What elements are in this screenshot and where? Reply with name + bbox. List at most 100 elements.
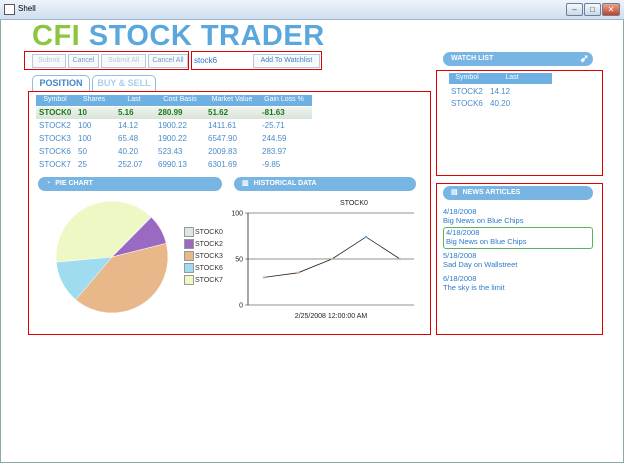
watch-row[interactable]: STOCK2 14.12 [449, 86, 552, 98]
watch-list-header: WATCH LIST ➹ [443, 52, 593, 66]
logo-cfi: CFI [32, 20, 81, 52]
legend-swatch [184, 239, 194, 249]
news-date: 4/18/2008 [443, 207, 477, 216]
minimize-button[interactable]: – [566, 3, 583, 16]
cell-last: 40.20 [118, 147, 139, 156]
logo-stock-trader: STOCK TRADER [88, 20, 325, 52]
watch-row[interactable]: STOCK6 40.20 [449, 98, 552, 110]
pie-chart-icon: ◔ [46, 180, 51, 187]
col-last[interactable]: Last [485, 74, 539, 81]
cancel-all-button[interactable]: Cancel All [148, 54, 188, 68]
bar-chart-icon: ▥ [242, 180, 249, 187]
cell-last: 14.12 [490, 87, 511, 96]
cell-shares: 100 [78, 134, 92, 143]
x-axis-label: 2/25/2008 12:00:00 AM [295, 313, 368, 320]
cancel-button[interactable]: Cancel [68, 54, 99, 68]
cell-symbol: STOCK3 [39, 134, 71, 143]
legend-swatch [184, 263, 194, 273]
line-chart-grid [245, 212, 414, 306]
news-item[interactable]: 4/18/2008 Big News on Blue Chips [443, 207, 593, 225]
cell-gain: 283.97 [262, 147, 287, 156]
cell-market: 51.62 [208, 108, 229, 117]
legend-label: STOCK3 [195, 252, 223, 260]
table-row[interactable]: STOCK0 10 5.16 280.99 51.62 -81.63 [36, 107, 312, 119]
cell-market: 2009.83 [208, 147, 237, 156]
symbol-input[interactable] [194, 53, 248, 67]
col-symbol[interactable]: Symbol [36, 96, 74, 103]
news-headline: Big News on Blue Chips [443, 216, 524, 225]
cell-shares: 100 [78, 121, 92, 130]
legend-item: STOCK7 [184, 275, 223, 285]
line-chart: STOCK0 0 50 100 2/25/2008 12:00:00 AM [231, 200, 414, 320]
historical-data-title: HISTORICAL DATA [253, 180, 317, 187]
table-row[interactable]: STOCK2 100 14.12 1900.22 1411.61 -25.71 [36, 120, 312, 132]
cell-last: 252.07 [118, 160, 143, 169]
cell-symbol: STOCK6 [451, 99, 483, 108]
data-point[interactable] [262, 276, 266, 279]
pie-slices [55, 200, 169, 314]
col-market-value[interactable]: Market Value [206, 96, 258, 103]
series-points [262, 235, 402, 279]
cell-last: 40.20 [490, 99, 511, 108]
news-headline: Big News on Blue Chips [446, 237, 527, 246]
cell-symbol: STOCK0 [39, 108, 72, 117]
cell-cost: 1900.22 [158, 121, 187, 130]
app-icon [4, 4, 15, 15]
cell-market: 6301.69 [208, 160, 237, 169]
watch-header: Symbol Last [449, 73, 552, 84]
tab-position[interactable]: POSITION [32, 75, 90, 91]
cell-market: 6547.90 [208, 134, 237, 143]
tab-buy-sell[interactable]: BUY & SELL [92, 75, 156, 91]
col-cost-basis[interactable]: Cost Basis [154, 96, 206, 103]
data-point[interactable] [364, 235, 368, 239]
col-gain-loss[interactable]: Gain Loss % [258, 96, 310, 103]
news-item[interactable]: 4/18/2008 Big News on Blue Chips [443, 227, 593, 249]
legend-label: STOCK7 [195, 276, 223, 284]
submit-button[interactable]: Submit [32, 54, 66, 68]
cell-symbol: STOCK6 [39, 147, 71, 156]
add-to-watchlist-button[interactable]: Add To Watchlist [253, 54, 320, 68]
cell-cost: 523.43 [158, 147, 183, 156]
window-titlebar: Shell – □ ✕ [0, 0, 624, 20]
data-point[interactable] [330, 257, 334, 261]
data-point[interactable] [296, 271, 300, 275]
historical-data-header: ▥ HISTORICAL DATA [234, 177, 416, 191]
legend-label: STOCK0 [195, 228, 223, 236]
cell-symbol: STOCK2 [451, 87, 483, 96]
cell-last: 65.48 [118, 134, 139, 143]
pin-icon[interactable]: ➹ [580, 52, 589, 66]
col-symbol[interactable]: Symbol [449, 74, 485, 81]
cell-cost: 280.99 [158, 108, 183, 117]
line-chart-ticks: 0 50 100 [231, 211, 243, 310]
series-line [263, 236, 401, 278]
positions-header: Symbol Shares Last Cost Basis Market Val… [36, 95, 312, 106]
legend-swatch [184, 227, 194, 237]
table-row[interactable]: STOCK3 100 65.48 1900.22 6547.90 244.59 [36, 133, 312, 145]
col-last[interactable]: Last [114, 96, 154, 103]
pie-chart-header: ◔ PIE CHART [38, 177, 222, 191]
cell-symbol: STOCK2 [39, 121, 71, 130]
cell-shares: 25 [78, 160, 87, 169]
pie-chart [55, 200, 169, 314]
line-chart-title: STOCK0 [340, 200, 368, 207]
news-date: 6/18/2008 [443, 274, 477, 283]
legend-swatch [184, 275, 194, 285]
col-shares[interactable]: Shares [74, 96, 114, 103]
news-item[interactable]: 6/18/2008 The sky is the limit [443, 274, 593, 292]
news-item[interactable]: 5/18/2008 Sad Day on Wallstreet [443, 251, 593, 269]
data-point[interactable] [398, 257, 402, 261]
close-button[interactable]: ✕ [602, 3, 620, 16]
news-date: 5/18/2008 [443, 251, 477, 260]
news-headline: Sad Day on Wallstreet [443, 260, 518, 269]
table-row[interactable]: STOCK7 25 252.07 6990.13 6301.69 -9.85 [36, 159, 312, 171]
submit-all-button[interactable]: Submit All [101, 54, 146, 68]
cell-cost: 1900.22 [158, 134, 187, 143]
legend-label: STOCK2 [195, 240, 223, 248]
legend-item: STOCK3 [184, 251, 223, 261]
legend-item: STOCK0 [184, 227, 223, 237]
table-row[interactable]: STOCK6 50 40.20 523.43 2009.83 283.97 [36, 146, 312, 158]
maximize-button[interactable]: □ [584, 3, 601, 16]
cell-shares: 50 [78, 147, 87, 156]
cell-market: 1411.61 [208, 121, 237, 130]
cell-shares: 10 [78, 108, 87, 117]
